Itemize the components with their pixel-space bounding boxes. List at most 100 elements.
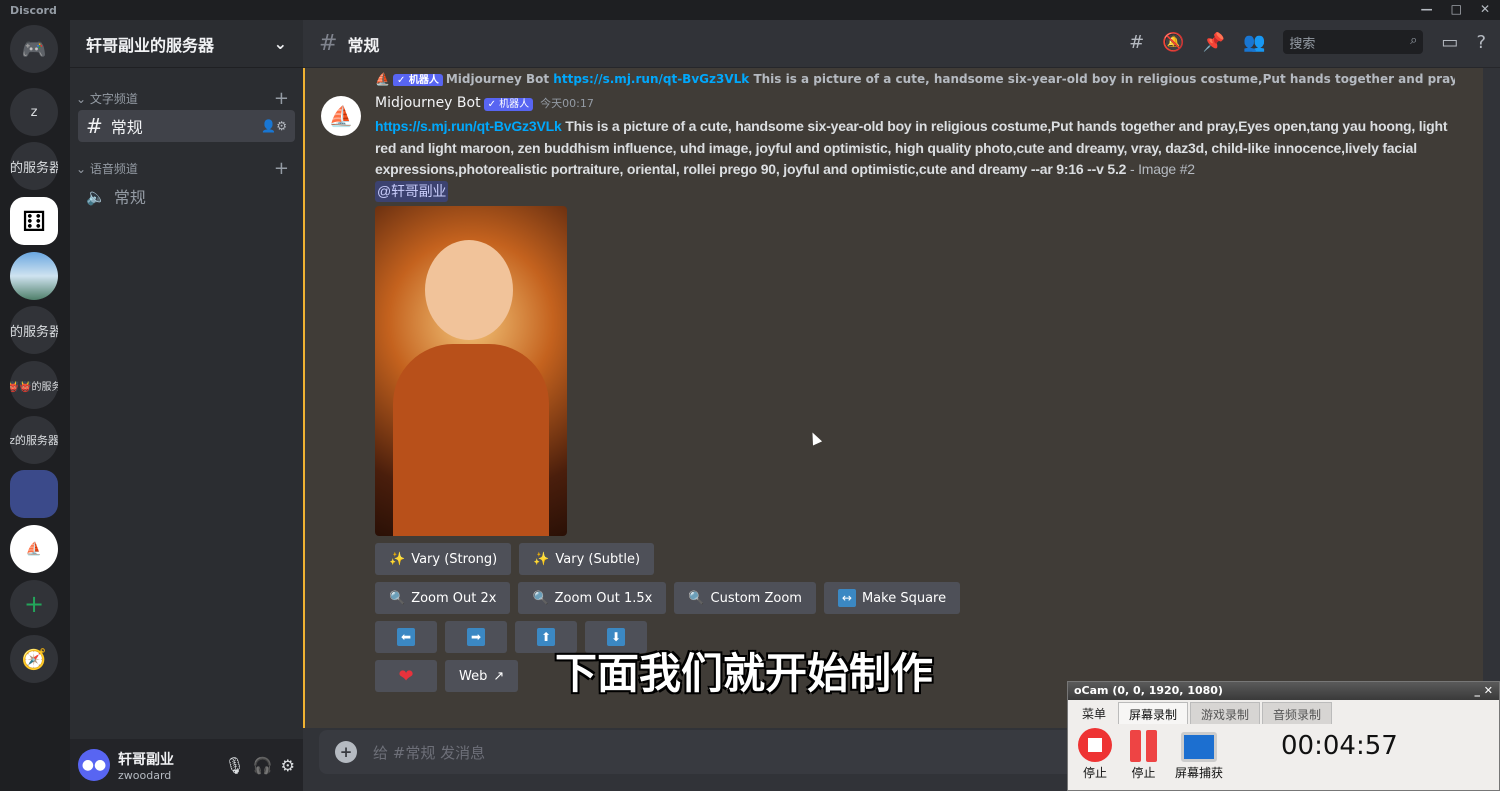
members-icon[interactable]: 👥 [1243,32,1265,53]
server-item[interactable]: 的服务器 [10,306,58,354]
favorite-button[interactable]: ❤ [375,660,437,692]
microphone-icon[interactable]: 🎙 [224,756,244,775]
vary-strong-button[interactable]: ✨ Vary (Strong) [375,543,512,575]
category-text[interactable]: ⌄ 文字频道 + [70,86,303,110]
bot-avatar[interactable]: ⛵ [321,96,361,136]
home-button[interactable]: 🎮 [10,25,58,73]
tab-game-record[interactable]: 游戏录制 [1190,702,1261,724]
search-input[interactable]: 搜索 ⌕ [1283,30,1424,54]
generated-image[interactable] [375,206,567,536]
channel-name: 常规 [113,188,146,207]
arrow-right-icon: ➡ [467,628,485,646]
chevron-down-icon: ⌄ [273,34,287,53]
mute-bell-icon[interactable]: 🔕 [1162,32,1184,53]
channel-voice-general[interactable]: 🔈 常规 [78,180,295,212]
magnifier-icon: 🔍 [532,590,549,606]
timestamp: 今天00:17 [540,97,594,110]
make-square-button[interactable]: ↔ Make Square [823,582,961,614]
add-channel-icon[interactable]: + [274,158,289,179]
pin-icon[interactable]: 📌 [1203,32,1225,53]
reply-preview[interactable]: ⛵ ✓ 机器人 Midjourney Bot https://s.mj.run/qt… [375,71,1455,86]
minimize-button[interactable]: — [1421,2,1433,16]
user-panel: ●● 轩哥副业 zwoodard 🎙 🎧 ⚙ [70,739,303,791]
web-button[interactable]: Web ↗ [445,660,519,692]
plus-icon: + [23,590,45,618]
arrow-left-icon: ⬅ [397,628,415,646]
bot-badge: ✓ 机器人 [392,74,443,86]
midjourney-icon: ⛵ [25,541,43,557]
speaker-icon: 🔈 [86,186,106,206]
pause-button[interactable]: 停止 [1130,730,1157,781]
message-body: https://s.mj.run/qt-BvGz3VLk This is a p… [375,116,1450,692]
app-title: Discord [10,4,57,17]
server-item[interactable]: 的服务器 [10,142,58,190]
inbox-icon[interactable]: ▭ [1441,32,1458,53]
monitor-icon [1181,732,1217,762]
server-header[interactable]: 轩哥副业的服务器 ⌄ [70,20,303,68]
server-midjourney[interactable]: ⛵ [10,525,58,573]
tab-screen-record[interactable]: 屏幕录制 [1118,702,1189,724]
user-mention[interactable]: @轩哥副业 [375,180,449,202]
custom-zoom-button[interactable]: 🔍 Custom Zoom [674,582,816,614]
prompt-link[interactable]: https://s.mj.run/qt-BvGz3VLk [375,118,562,134]
server-item[interactable]: 👹👹的服务 [10,361,58,409]
server-folder[interactable] [10,470,58,518]
category-voice[interactable]: ⌄ 语音频道 + [70,156,303,180]
reply-text: This is a picture of a cute, handsome si… [753,72,1455,86]
search-icon: ⌕ [1410,33,1418,48]
help-icon[interactable]: ? [1476,32,1486,53]
zoom-out-1-5x-button[interactable]: 🔍 Zoom Out 1.5x [518,582,667,614]
close-button[interactable]: ✕ [1480,2,1490,16]
server-z[interactable]: z [10,88,58,136]
invite-icon[interactable]: 👤⚙ [261,119,287,133]
hash-icon: # [86,114,103,138]
tab-audio-record[interactable]: 音频录制 [1262,702,1333,724]
server-label: 👹👹的服务 [10,381,58,393]
channel-text-general[interactable]: # 常规 👤⚙ [78,110,295,142]
vary-subtle-button[interactable]: ✨ Vary (Subtle) [519,543,655,575]
zoom-out-2x-button[interactable]: 🔍 Zoom Out 2x [375,582,511,614]
discord-logo-icon: 🎮 [21,37,47,61]
stop-button[interactable]: 停止 [1078,728,1112,781]
add-attachment-button[interactable]: + [335,741,357,763]
username: 轩哥副业 [118,751,174,768]
server-dice[interactable]: ⚅ [10,197,58,245]
stop-icon [1078,728,1112,762]
magic-wand-icon: ✨ [533,551,550,567]
message-content: https://s.mj.run/qt-BvGz3VLk This is a p… [375,116,1450,202]
server-item[interactable]: z的服务器 [10,416,58,464]
gear-icon[interactable]: ⚙ [281,756,295,775]
bot-badge: ✓ 机器人 [483,98,534,111]
hash-icon: # [319,31,338,56]
server-name: 轩哥副业的服务器 [86,35,215,55]
channel-name: 常规 [110,118,143,137]
magnifier-icon: 🔍 [688,590,705,606]
server-label: z [30,104,38,120]
video-subtitle: 下面我们就开始制作 [555,649,934,698]
pan-left-button[interactable]: ⬅ [375,621,437,653]
add-channel-icon[interactable]: + [274,88,289,109]
category-label: ⌄ 文字频道 [76,91,138,106]
ocam-window: oCam (0, 0, 1920, 1080) _ ✕ 菜单 屏幕录制 游戏录制 音频录… [1067,681,1500,791]
input-placeholder: 给 #常规 发消息 [373,743,486,762]
magnifier-icon: 🔍 [389,590,406,606]
message-author[interactable]: Midjourney Bot [375,95,481,111]
ocam-close-button[interactable]: _ ✕ [1474,684,1493,698]
channel-title: 常规 [347,35,380,55]
server-landscape[interactable] [10,252,58,300]
headphones-icon[interactable]: 🎧 [253,756,273,775]
tab-menu[interactable]: 菜单 [1072,702,1116,724]
channel-sidebar: 轩哥副业的服务器 ⌄ ⌄ 文字频道 + # 常规 👤⚙ ⌄ 语音频道 + 🔈 常规 ●● 轩… [70,20,303,791]
channel-header: # 常规 # 🔕 📌 👥 搜索 ⌕ ▭? [303,20,1500,68]
ocam-title: oCam (0, 0, 1920, 1080) [1074,684,1223,697]
reply-link[interactable]: https://s.mj.run/qt-BvGz3VLk [553,72,749,86]
maximize-button[interactable]: □ [1451,2,1462,16]
category-label: ⌄ 语音频道 [76,161,138,176]
explore-button[interactable]: 🧭 [10,635,58,683]
add-server-button[interactable]: + [10,580,58,628]
pan-right-button[interactable]: ➡ [445,621,507,653]
threads-icon[interactable]: # [1129,32,1144,53]
avatar[interactable]: ●● [78,749,110,781]
screen-capture-button[interactable]: 屏幕捕获 [1175,732,1223,781]
magic-wand-icon: ✨ [389,551,406,567]
